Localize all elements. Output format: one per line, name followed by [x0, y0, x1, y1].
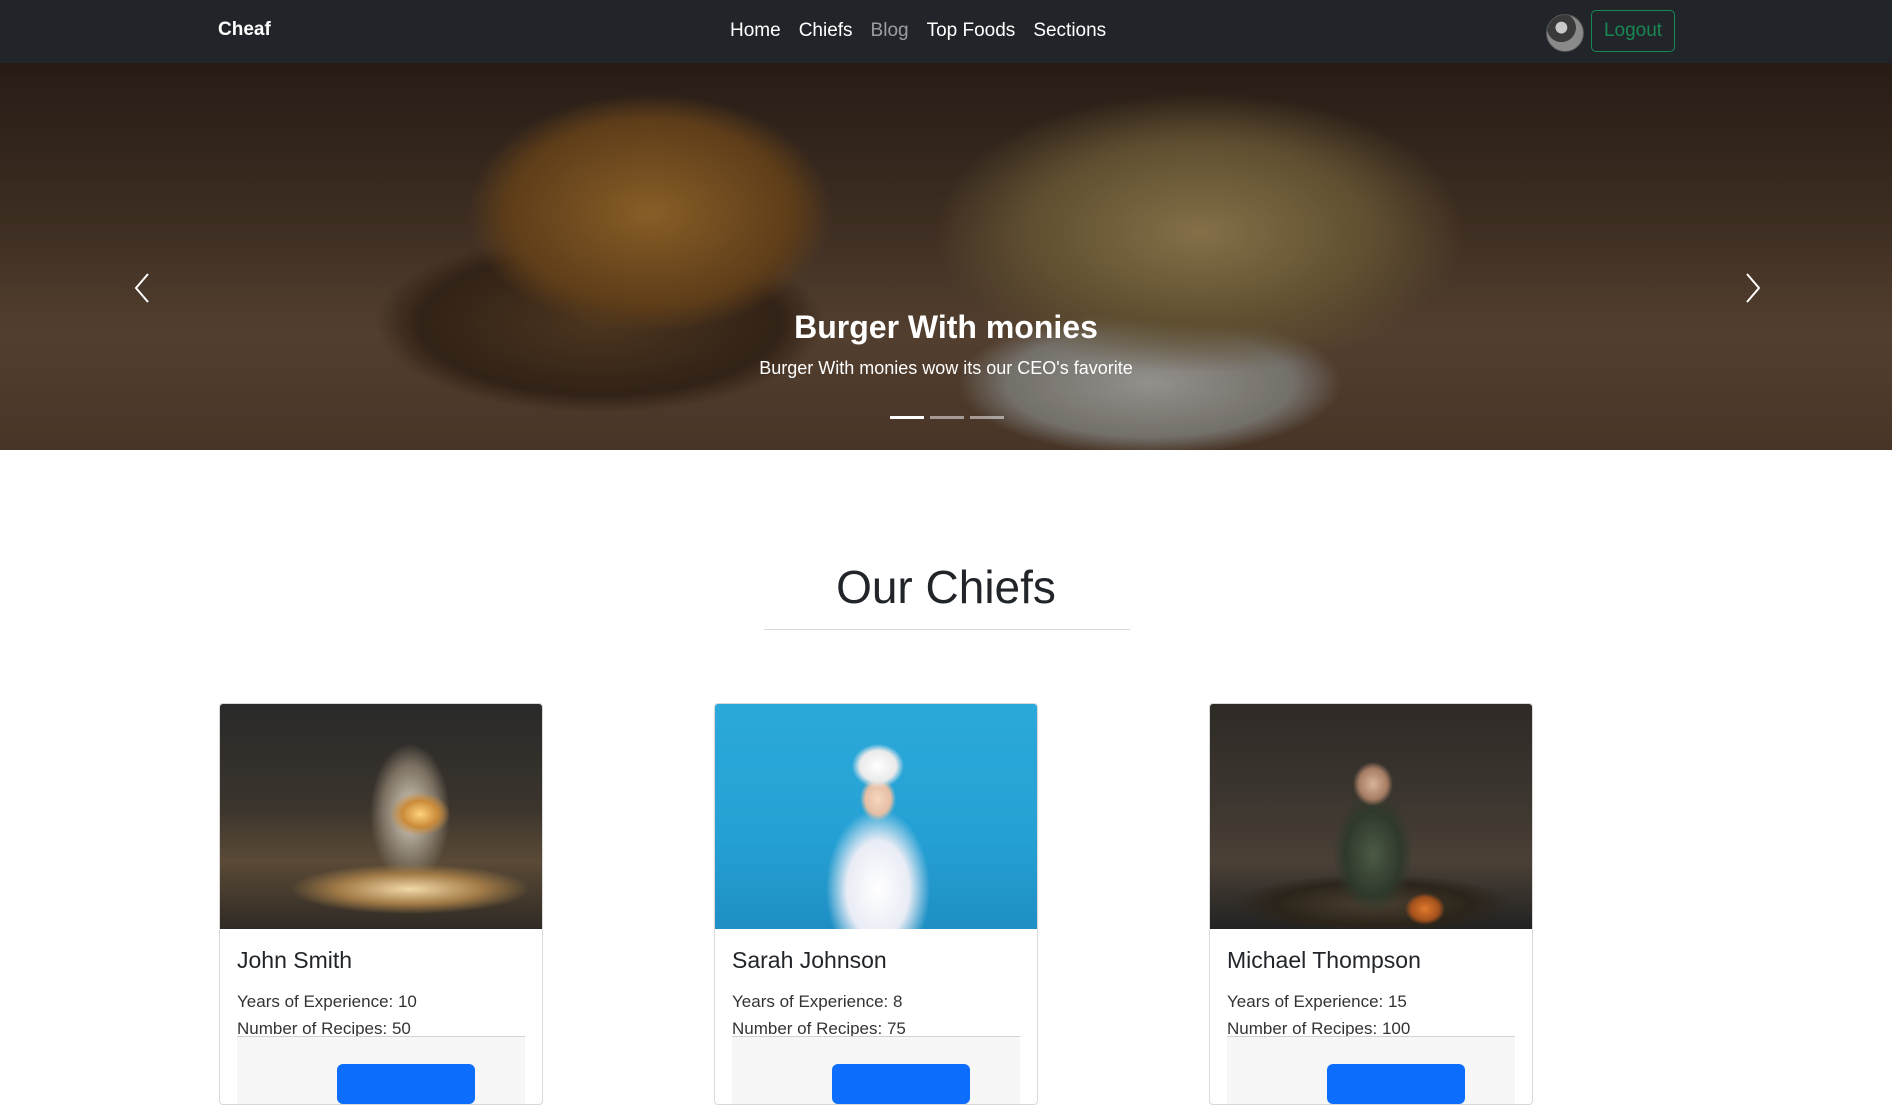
carousel-indicator-1[interactable]: [890, 416, 924, 419]
card-footer: [1227, 1036, 1515, 1104]
chief-action-button[interactable]: [337, 1064, 475, 1104]
nav-link-sections[interactable]: Sections: [1033, 20, 1106, 42]
chief-experience: Years of Experience: 15: [1227, 992, 1407, 1011]
chief-experience: Years of Experience: 10: [237, 992, 417, 1011]
chief-name: Sarah Johnson: [732, 947, 887, 973]
chevron-left-icon: [134, 273, 149, 303]
carousel-prev-button[interactable]: [128, 268, 158, 308]
chief-card: Michael Thompson Years of Experience: 15…: [1209, 703, 1533, 1105]
card-footer: [732, 1036, 1020, 1104]
user-avatar[interactable]: [1546, 14, 1584, 52]
chief-card: Sarah Johnson Years of Experience: 8 Num…: [714, 703, 1038, 1105]
chief-experience: Years of Experience: 8: [732, 992, 903, 1011]
card-body: Michael Thompson Years of Experience: 15…: [1227, 947, 1515, 1042]
nav-link-top-foods[interactable]: Top Foods: [927, 20, 1016, 42]
carousel-title: Burger With monies: [794, 309, 1098, 345]
card-body: John Smith Years of Experience: 10 Numbe…: [237, 947, 525, 1042]
section-divider: [764, 629, 1130, 630]
chief-action-button[interactable]: [832, 1064, 970, 1104]
chevron-right-icon: [1746, 273, 1761, 303]
nav-links: Home Chiefs Blog Top Foods Sections: [730, 20, 1106, 42]
chief-action-button[interactable]: [1327, 1064, 1465, 1104]
logout-button[interactable]: Logout: [1591, 10, 1675, 52]
section-title: Our Chiefs: [836, 561, 1056, 613]
top-navbar: Cheaf Home Chiefs Blog Top Foods Section…: [0, 0, 1892, 63]
card-footer: [237, 1036, 525, 1104]
chief-card: John Smith Years of Experience: 10 Numbe…: [219, 703, 543, 1105]
carousel-caption: Burger With monies Burger With monies wo…: [0, 309, 1892, 379]
chief-photo: [220, 704, 542, 929]
nav-link-chiefs[interactable]: Chiefs: [799, 20, 853, 42]
nav-link-home[interactable]: Home: [730, 20, 781, 42]
carousel-text: Burger With monies wow its our CEO's fav…: [759, 358, 1133, 378]
carousel-indicators: [890, 416, 1004, 419]
chief-name: John Smith: [237, 947, 353, 973]
nav-link-blog[interactable]: Blog: [871, 20, 909, 42]
chief-photo: [715, 704, 1037, 929]
carousel-next-button[interactable]: [1737, 268, 1767, 308]
chief-photo: [1210, 704, 1532, 929]
chief-name: Michael Thompson: [1227, 947, 1421, 973]
hero-carousel: Burger With monies Burger With monies wo…: [0, 63, 1892, 450]
carousel-indicator-3[interactable]: [970, 416, 1004, 419]
carousel-indicator-2[interactable]: [930, 416, 964, 419]
card-body: Sarah Johnson Years of Experience: 8 Num…: [732, 947, 1020, 1042]
brand-logo[interactable]: Cheaf: [218, 19, 271, 41]
